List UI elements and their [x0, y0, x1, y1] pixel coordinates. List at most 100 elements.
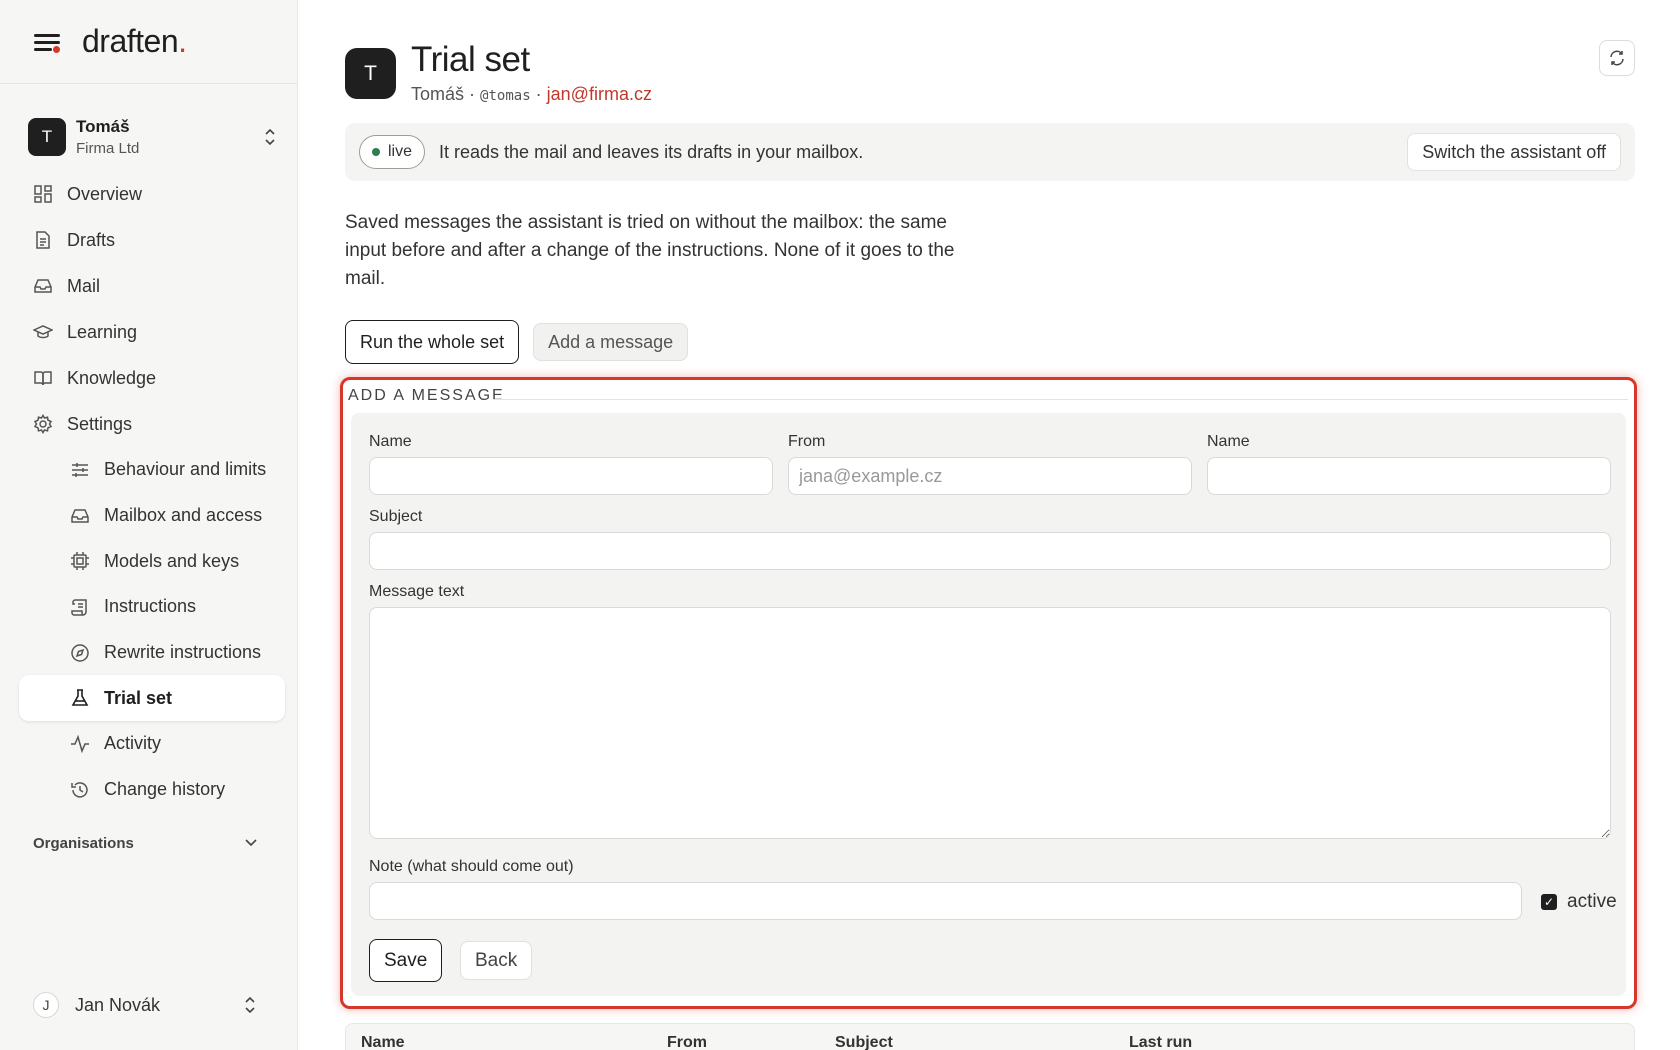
- user-avatar: J: [33, 992, 59, 1018]
- column-header-last-run[interactable]: Last run: [1129, 1034, 1192, 1050]
- separator: ·: [469, 84, 476, 104]
- chevron-up-down-icon: [265, 128, 275, 146]
- sidebar-item-models[interactable]: Models and keys: [0, 538, 297, 584]
- add-message-button[interactable]: Add a message: [533, 323, 689, 361]
- grid-icon: [34, 185, 52, 203]
- page-subtitle: Tomáš · @tomas · jan@firma.cz: [411, 84, 652, 105]
- account-org: Firma Ltd: [76, 140, 140, 157]
- sidebar: draften. T Tomáš Firma Ltd Overview Draf…: [0, 0, 298, 1050]
- message-text-area[interactable]: [369, 607, 1611, 839]
- sidebar-item-label: Learning: [67, 321, 138, 342]
- document-icon: [36, 231, 50, 249]
- book-open-icon: [34, 371, 52, 386]
- active-label: active: [1567, 891, 1617, 912]
- sidebar-item-instructions[interactable]: Instructions: [0, 584, 297, 630]
- sidebar-item-mailbox[interactable]: Mailbox and access: [0, 493, 297, 539]
- owner-email[interactable]: jan@firma.cz: [547, 84, 652, 104]
- sidebar-nav: Overview Drafts Mail Learning Knowledge …: [0, 171, 297, 813]
- sidebar-item-drafts[interactable]: Drafts: [0, 217, 297, 263]
- sidebar-item-label: Mail: [67, 275, 101, 296]
- note-input[interactable]: [369, 882, 1522, 920]
- organisations-toggle[interactable]: Organisations: [33, 835, 257, 852]
- refresh-icon: [1610, 50, 1624, 66]
- name-label: Name: [369, 433, 412, 450]
- chevron-up-down-icon: [245, 996, 255, 1014]
- name-input[interactable]: [369, 457, 773, 495]
- banner-text: It reads the mail and leaves its drafts …: [439, 141, 864, 162]
- sidebar-item-label: Overview: [67, 183, 143, 204]
- column-header-from[interactable]: From: [667, 1034, 707, 1050]
- status-label: live: [388, 143, 413, 160]
- message-text-label: Message text: [369, 583, 465, 600]
- page-avatar: T: [345, 48, 396, 99]
- sidebar-item-label: Drafts: [67, 229, 116, 250]
- sidebar-item-learning[interactable]: Learning: [0, 309, 297, 355]
- activity-icon: [71, 734, 89, 754]
- gear-icon: [33, 414, 53, 434]
- account-avatar: T: [28, 118, 66, 156]
- sidebar-item-label: Change history: [104, 779, 226, 800]
- form-legend: ADD A MESSAGE: [348, 387, 519, 405]
- form-panel: Name From Name Subject Message text Note…: [351, 413, 1626, 996]
- brand-bar: draften.: [0, 0, 297, 84]
- from-input[interactable]: [788, 457, 1192, 495]
- switch-assistant-off-button[interactable]: Switch the assistant off: [1407, 133, 1621, 171]
- legend-divider: [493, 399, 1628, 400]
- sidebar-item-knowledge[interactable]: Knowledge: [0, 355, 297, 401]
- sidebar-item-settings[interactable]: Settings: [0, 401, 297, 447]
- name2-input[interactable]: [1207, 457, 1611, 495]
- account-name: Tomáš: [76, 117, 130, 136]
- back-button[interactable]: Back: [460, 941, 533, 980]
- sidebar-item-label: Settings: [67, 413, 133, 434]
- status-banner: live It reads the mail and leaves its dr…: [345, 123, 1635, 181]
- scroll-icon: [71, 599, 87, 616]
- from-label: From: [788, 433, 826, 450]
- sidebar-item-label: Instructions: [104, 596, 197, 617]
- checkmark-icon: ✓: [1541, 894, 1557, 910]
- menu-icon[interactable]: [34, 32, 60, 53]
- sidebar-item-overview[interactable]: Overview: [0, 171, 297, 217]
- separator: ·: [535, 84, 542, 104]
- graduation-cap-icon: [33, 325, 53, 339]
- sidebar-item-label: Knowledge: [67, 367, 157, 388]
- compass-icon: [71, 643, 89, 662]
- chip-icon: [71, 552, 89, 571]
- subject-input[interactable]: [369, 532, 1611, 570]
- refresh-button[interactable]: [1599, 40, 1635, 76]
- chevron-down-icon: [245, 839, 257, 847]
- sidebar-item-change-history[interactable]: Change history: [0, 767, 297, 813]
- sidebar-item-trial-set[interactable]: Trial set: [19, 675, 285, 722]
- run-whole-set-button[interactable]: Run the whole set: [345, 320, 520, 364]
- logo[interactable]: draften.: [82, 23, 187, 60]
- table-header: Name From Subject Last run: [345, 1023, 1635, 1050]
- page-description: Saved messages the assistant is tried on…: [345, 212, 955, 289]
- user-menu[interactable]: J Jan Novák: [33, 992, 257, 1018]
- sidebar-item-behaviour[interactable]: Behaviour and limits: [0, 447, 297, 493]
- sidebar-item-label: Activity: [104, 733, 162, 754]
- sidebar-item-mail[interactable]: Mail: [0, 263, 297, 309]
- sidebar-item-rewrite[interactable]: Rewrite instructions: [0, 630, 297, 676]
- active-checkbox[interactable]: ✓ active: [1541, 891, 1617, 913]
- main-content: T Trial set Tomáš · @tomas · jan@firma.c…: [340, 0, 1637, 1050]
- organisations-label: Organisations: [33, 834, 134, 852]
- sidebar-item-label: Mailbox and access: [104, 505, 263, 526]
- flask-icon: [71, 689, 89, 707]
- inbox-icon: [34, 279, 52, 293]
- save-button[interactable]: Save: [369, 939, 443, 982]
- page-header: T Trial set Tomáš · @tomas · jan@firma.c…: [345, 40, 1635, 110]
- note-label: Note (what should come out): [369, 858, 574, 875]
- status-badge: live: [359, 135, 426, 169]
- status-dot-icon: [372, 148, 380, 156]
- owner-name: Tomáš: [411, 84, 465, 104]
- add-message-form: ADD A MESSAGE Name From Name Subject Mes…: [340, 377, 1637, 1009]
- action-bar: Run the whole set Add a message: [345, 320, 689, 364]
- history-icon: [71, 781, 88, 798]
- column-header-name[interactable]: Name: [361, 1034, 405, 1050]
- sidebar-item-activity[interactable]: Activity: [0, 721, 297, 767]
- account-switcher[interactable]: T Tomáš Firma Ltd: [28, 115, 277, 159]
- subject-label: Subject: [369, 508, 423, 525]
- name2-label: Name: [1207, 433, 1250, 450]
- inbox-icon: [71, 508, 89, 523]
- page-title: Trial set: [411, 40, 530, 79]
- column-header-subject[interactable]: Subject: [835, 1034, 893, 1050]
